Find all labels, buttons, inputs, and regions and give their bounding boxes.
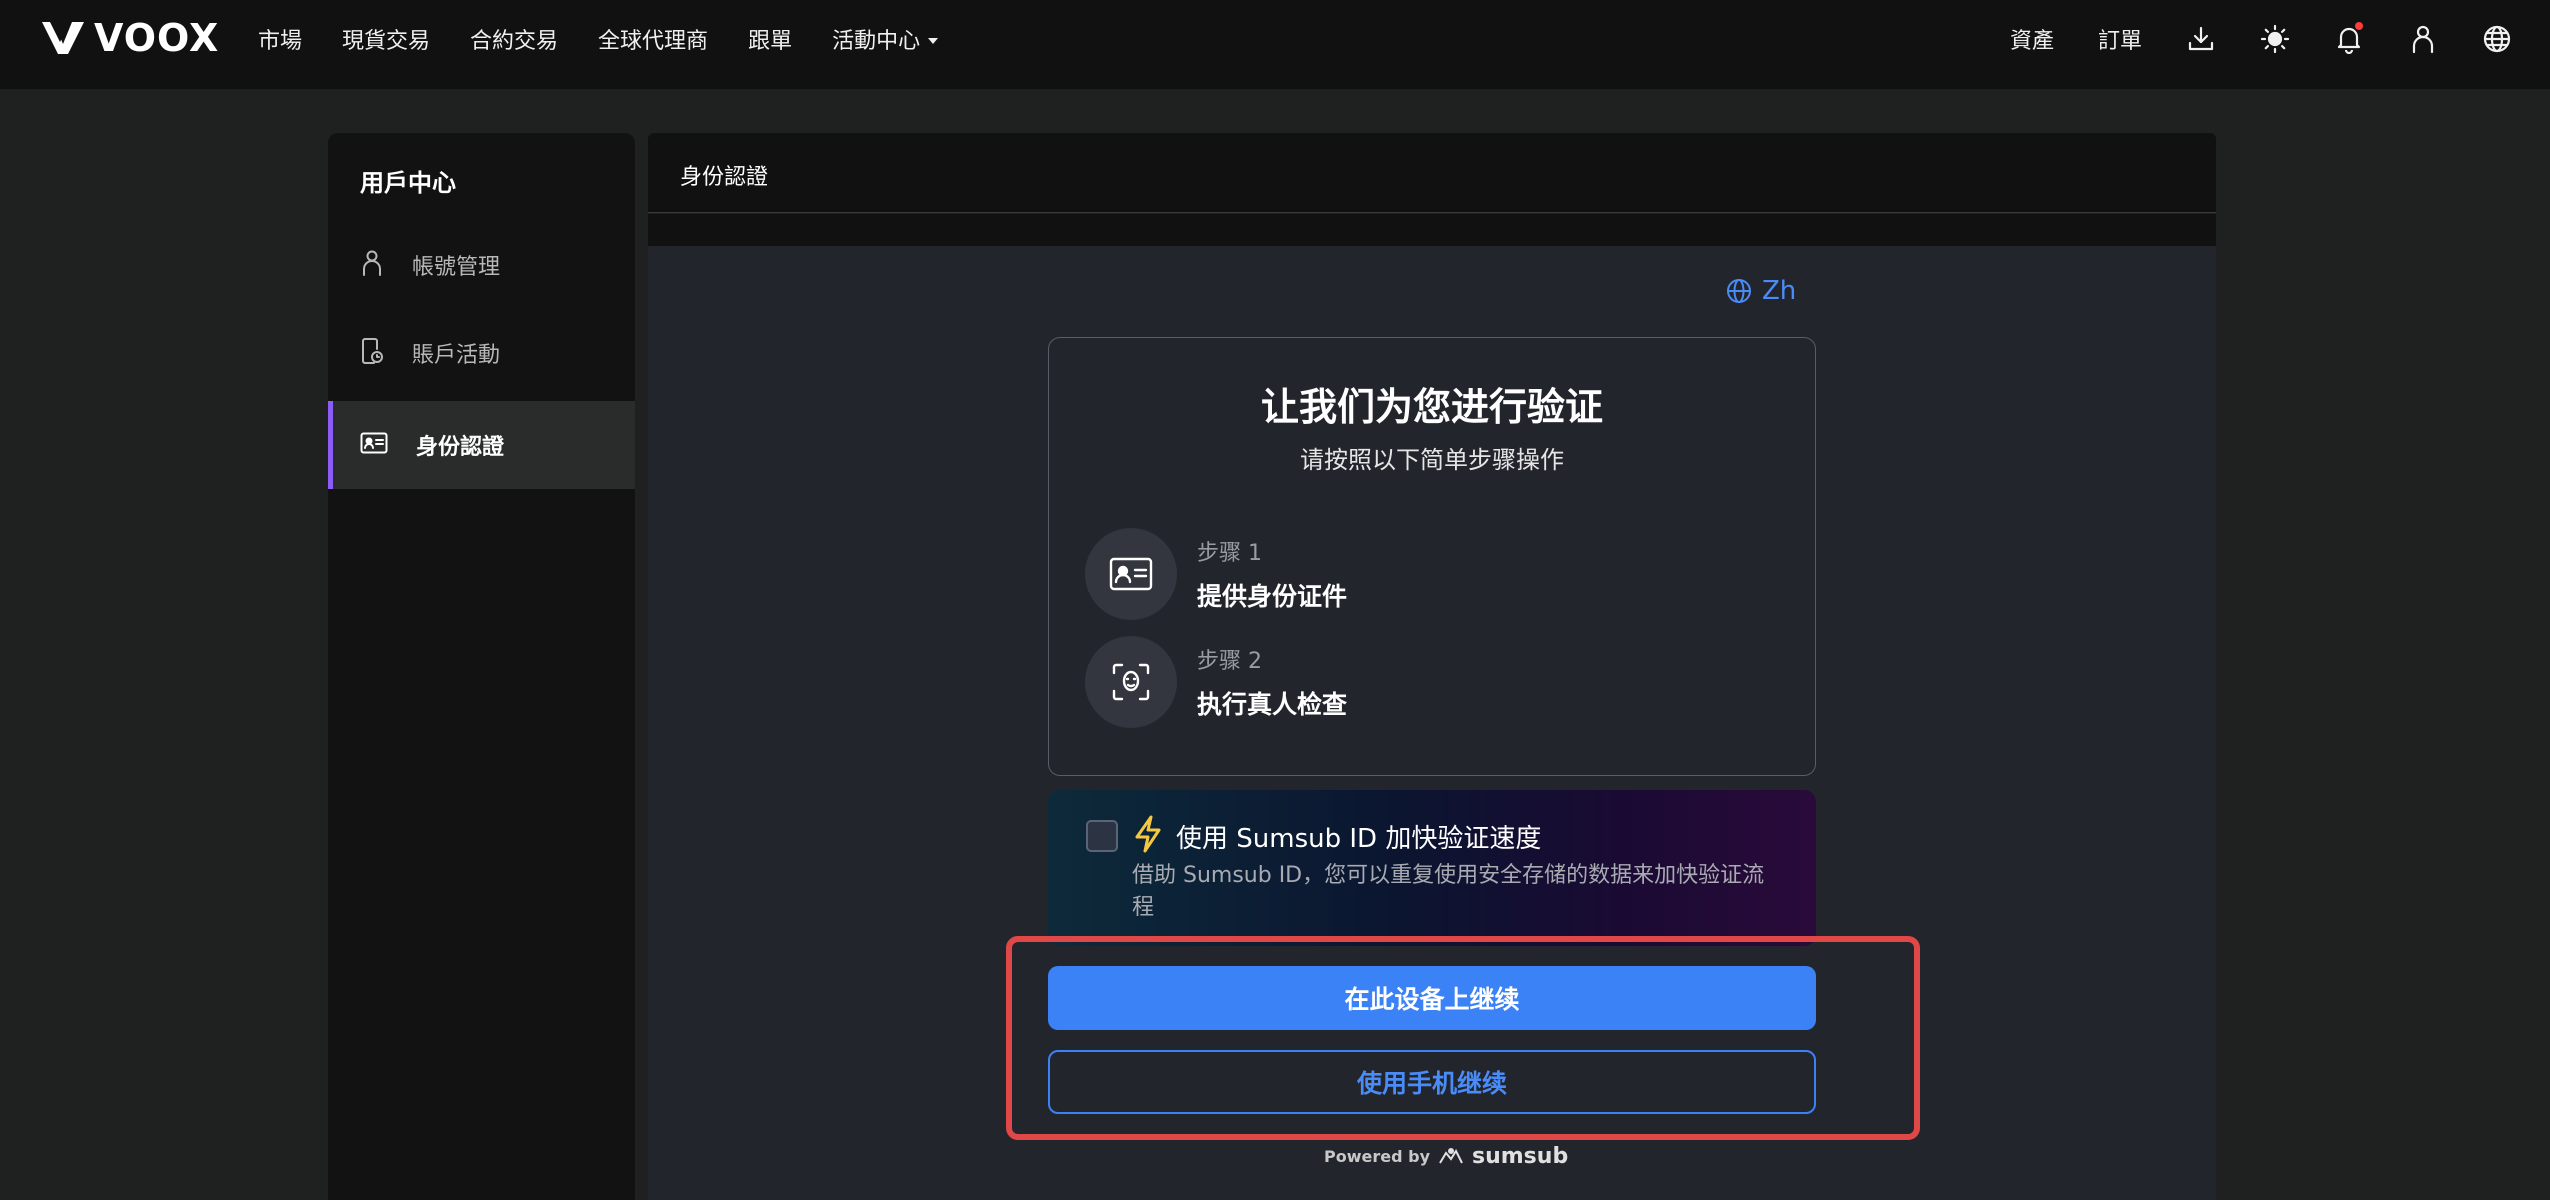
sidebar-item-label: 帳號管理 <box>412 255 501 280</box>
voox-logo-icon <box>42 22 84 54</box>
page-title: 身份認證 <box>680 165 769 190</box>
id-card-icon <box>360 432 388 458</box>
continue-on-this-device-button[interactable]: 在此设备上继续 <box>1048 966 1816 1030</box>
brand-name: VOOX <box>94 16 220 60</box>
nav-events-center[interactable]: 活動中心 <box>832 23 939 55</box>
step-item: 步骤 1 提供身份证件 <box>1085 528 1347 620</box>
verification-steps-card: 让我们为您进行验证 请按照以下简单步骤操作 步骤 1 提供身份证件 步骤 2 执… <box>1048 337 1816 776</box>
nav-spot-trading[interactable]: 現貨交易 <box>342 23 430 55</box>
sumsub-description: 借助 Sumsub ID，您可以重复使用安全存储的数据来加快验证流程 <box>1132 863 1765 920</box>
step-description: 执行真人检查 <box>1197 690 1348 719</box>
step-item: 步骤 2 执行真人检查 <box>1085 636 1347 728</box>
face-scan-icon <box>1112 663 1150 701</box>
verification-title: 让我们为您进行验证 <box>1260 385 1603 429</box>
step-icon-circle <box>1085 636 1177 728</box>
step-number: 步骤 1 <box>1197 541 1262 566</box>
lightning-icon <box>1135 815 1161 853</box>
user-icon[interactable] <box>2408 24 2438 54</box>
download-icon[interactable] <box>2186 24 2216 54</box>
powered-by-sumsub: Powered by sumsub <box>1324 1144 1568 1169</box>
id-card-icon <box>1109 557 1153 591</box>
step-icon-circle <box>1085 528 1177 620</box>
assets-link[interactable]: 資產 <box>2010 23 2054 55</box>
powered-by-label: Powered by <box>1324 1147 1430 1166</box>
user-center-sidebar: 用戶中心 帳號管理 賬戶活動 身份認證 <box>328 133 635 1200</box>
main-nav: 市場 現貨交易 合約交易 全球代理商 跟單 活動中心 <box>258 0 939 78</box>
voox-logo[interactable]: VOOX <box>40 16 220 60</box>
sidebar-item-identity-verification[interactable]: 身份認證 <box>328 401 635 489</box>
sidebar-item-account-management[interactable]: 帳號管理 <box>328 221 635 309</box>
sumsub-logo-icon <box>1439 1147 1463 1164</box>
sumsub-title: 使用 Sumsub ID 加快验证速度 <box>1176 824 1542 854</box>
nav-futures-trading[interactable]: 合約交易 <box>470 23 558 55</box>
continue-with-phone-button[interactable]: 使用手机继续 <box>1048 1050 1816 1114</box>
chevron-down-icon <box>928 37 939 44</box>
globe-icon[interactable] <box>2482 24 2512 54</box>
sidebar-item-account-activity[interactable]: 賬戶活動 <box>328 309 635 397</box>
language-label: Zh <box>1762 276 1797 306</box>
sumsub-id-checkbox[interactable] <box>1086 820 1118 852</box>
header-right-actions: 資產 訂單 <box>2010 0 2512 78</box>
sumsub-id-option: 使用 Sumsub ID 加快验证速度 借助 Sumsub ID，您可以重复使用… <box>1048 790 1816 946</box>
sidebar-title: 用戶中心 <box>360 169 456 197</box>
step-number: 步骤 2 <box>1197 649 1262 674</box>
nav-events-label: 活動中心 <box>832 29 921 54</box>
theme-sun-icon[interactable] <box>2260 24 2290 54</box>
verification-subtitle: 请按照以下简单步骤操作 <box>1300 446 1564 474</box>
user-icon <box>360 249 384 281</box>
step-description: 提供身份证件 <box>1197 582 1348 611</box>
nav-global-agents[interactable]: 全球代理商 <box>598 23 708 55</box>
language-selector[interactable]: Zh <box>1726 276 1796 306</box>
globe-icon <box>1727 279 1751 303</box>
sidebar-item-label: 身份認證 <box>416 435 505 460</box>
activity-icon <box>360 337 384 369</box>
bell-icon[interactable] <box>2334 22 2364 54</box>
nav-copy-trading[interactable]: 跟單 <box>748 23 792 55</box>
orders-link[interactable]: 訂單 <box>2098 23 2142 55</box>
page-header: 身份認證 <box>648 133 2216 213</box>
notification-dot <box>2355 22 2363 30</box>
header-spacer <box>648 214 2216 246</box>
sidebar-item-label: 賬戶活動 <box>412 343 501 368</box>
top-navigation-bar: VOOX 市場 現貨交易 合約交易 全球代理商 跟單 活動中心 資產 訂單 <box>0 0 2550 89</box>
nav-market[interactable]: 市場 <box>258 23 302 55</box>
sumsub-brand: sumsub <box>1472 1144 1569 1169</box>
